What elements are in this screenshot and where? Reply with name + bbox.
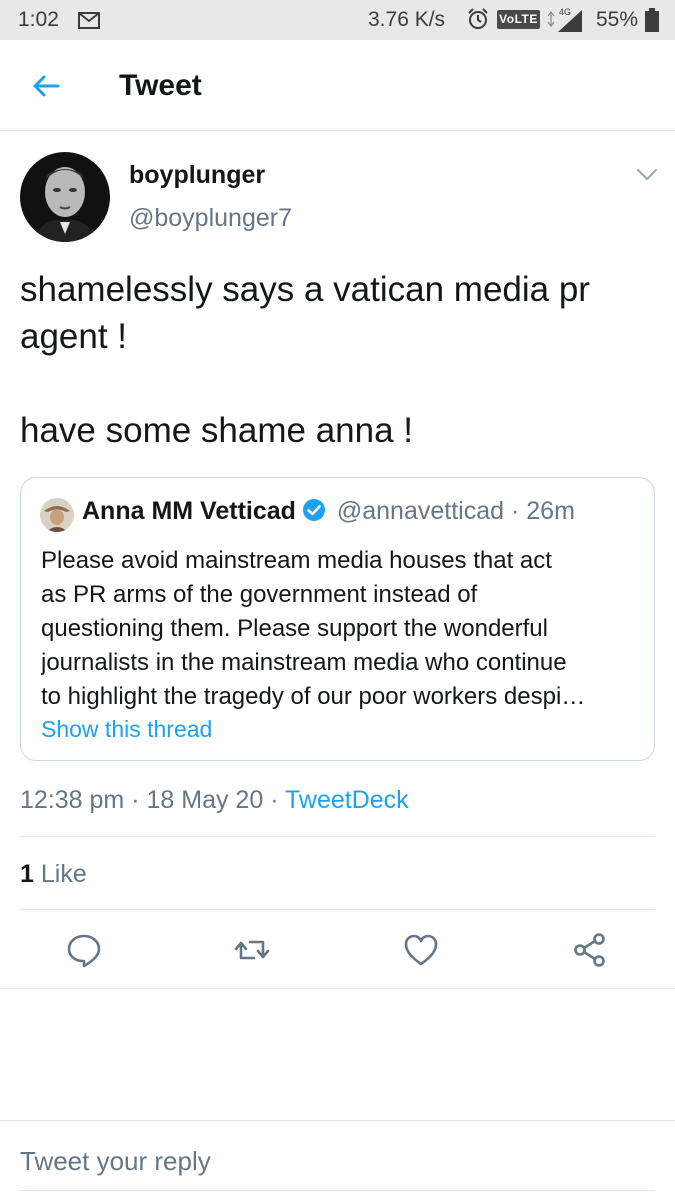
alarm-icon	[467, 8, 489, 35]
chevron-down-icon[interactable]	[636, 168, 658, 187]
tweet-source-link[interactable]: TweetDeck	[285, 786, 409, 814]
tweet-text: shamelessly says a vatican media pr agen…	[20, 266, 660, 454]
mail-icon	[78, 12, 100, 34]
quoted-age: 26m	[526, 497, 575, 525]
tweet-date: 18 May 20	[146, 786, 264, 814]
verified-icon	[302, 498, 326, 529]
network-speed: 3.76 K/s	[368, 8, 446, 31]
quoted-text-line: as PR arms of the government instead of	[41, 581, 478, 608]
quoted-author-handle: @annavetticad	[336, 497, 505, 525]
meta-separator: ·	[270, 786, 279, 814]
volte-badge: VoLTE	[497, 10, 540, 29]
quoted-text-line: to highlight the tragedy of our poor wor…	[41, 683, 586, 710]
meta-separator: ·	[510, 497, 520, 525]
quoted-text-line: journalists in the mainstream media who …	[41, 649, 567, 676]
show-thread-link[interactable]: Show this thread	[41, 716, 212, 743]
meta-separator: ·	[131, 786, 140, 814]
arrow-left-icon[interactable]	[30, 70, 62, 102]
quoted-text: Please avoid mainstream media houses tha…	[41, 544, 641, 714]
likes-count[interactable]: 1 Like	[20, 860, 87, 889]
tweet-text-line: agent !	[20, 317, 128, 356]
reply-icon[interactable]	[64, 930, 104, 970]
quoted-tweet[interactable]: Anna MM Vetticad @annavetticad · 26m Ple…	[20, 477, 655, 761]
status-time: 1:02	[18, 8, 59, 31]
quoted-author-name: Anna MM Vetticad	[82, 497, 296, 525]
likes-label: Like	[40, 860, 87, 888]
tweet-timestamp: 12:38 pm · 18 May 20 · TweetDeck	[20, 786, 409, 815]
tweet-text-line: shamelessly says a vatican media pr	[20, 270, 590, 309]
network-type: 4G	[559, 7, 571, 17]
divider	[0, 988, 675, 989]
author-handle[interactable]: @boyplunger7	[129, 204, 292, 233]
quoted-text-line: questioning them. Please support the won…	[41, 615, 548, 642]
avatar[interactable]	[20, 152, 110, 242]
status-bar: 1:02 3.76 K/s VoLTE 4G 55%	[0, 0, 675, 40]
quoted-text-line: Please avoid mainstream media houses tha…	[41, 547, 552, 574]
divider	[20, 909, 655, 910]
retweet-icon[interactable]	[232, 930, 272, 970]
battery-icon	[645, 8, 659, 37]
reply-underline	[20, 1190, 655, 1191]
battery-level: 55%	[596, 8, 639, 31]
divider	[20, 836, 655, 837]
quoted-header: Anna MM Vetticad @annavetticad · 26m	[82, 497, 575, 529]
reply-input[interactable]: Tweet your reply	[20, 1146, 211, 1177]
like-icon[interactable]	[401, 930, 441, 970]
divider	[0, 1120, 675, 1121]
likes-number: 1	[20, 860, 34, 888]
tweet-time: 12:38 pm	[20, 786, 125, 814]
quoted-avatar	[40, 498, 74, 532]
page-title: Tweet	[119, 69, 202, 102]
author-name[interactable]: boyplunger	[129, 161, 265, 190]
tweet-text-line: have some shame anna !	[20, 411, 414, 450]
share-icon[interactable]	[570, 930, 610, 970]
app-header: Tweet	[0, 40, 675, 131]
signal-icon: 4G	[546, 6, 586, 39]
